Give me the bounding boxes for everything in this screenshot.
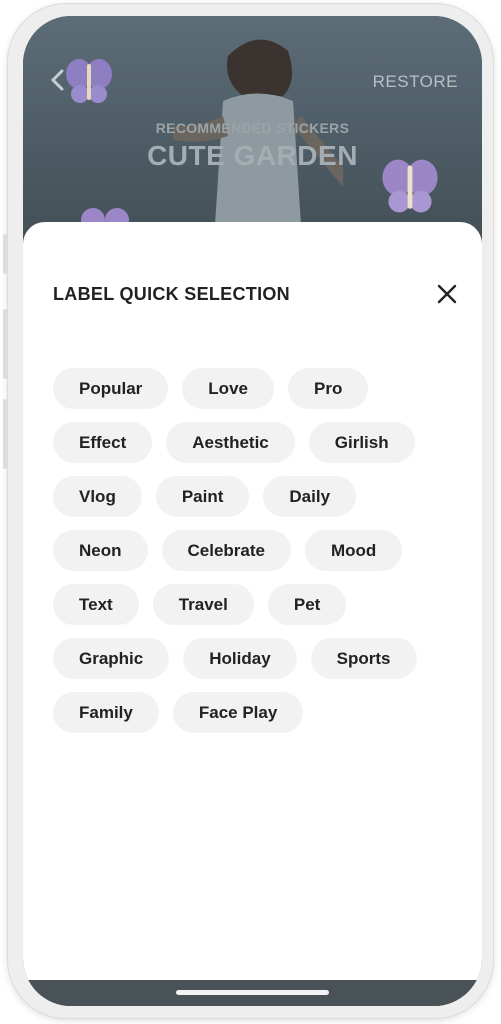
chip-row: Neon Celebrate Mood xyxy=(53,530,463,571)
label-chip-list: Popular Love Pro Effect Aesthetic Girlish Vlog… xyxy=(53,368,463,746)
label-chip-family[interactable]: Family xyxy=(53,692,159,733)
label-chip-neon[interactable]: Neon xyxy=(53,530,148,571)
label-chip-mood[interactable]: Mood xyxy=(304,530,403,571)
label-selection-sheet: LABEL QUICK SELECTION Popular Love Pro Effe… xyxy=(23,222,482,980)
label-chip-popular[interactable]: Popular xyxy=(53,368,169,409)
label-chip-pet[interactable]: Pet xyxy=(267,584,347,625)
label-chip-paint[interactable]: Paint xyxy=(155,476,250,517)
label-chip-celebrate[interactable]: Celebrate xyxy=(161,530,291,571)
sticker-pack-banner: RESTORE RECOMMENDED STICKERS CUTE GARDEN xyxy=(23,16,482,256)
chip-row: Family Face Play xyxy=(53,692,463,733)
restore-button[interactable]: RESTORE xyxy=(373,72,458,92)
chip-row: Vlog Paint Daily xyxy=(53,476,463,517)
app-screen: RESTORE RECOMMENDED STICKERS CUTE GARDEN… xyxy=(23,16,482,1006)
close-button[interactable] xyxy=(435,282,459,306)
phone-side-button xyxy=(3,309,7,379)
label-chip-effect[interactable]: Effect xyxy=(53,422,153,463)
chip-row: Popular Love Pro xyxy=(53,368,463,409)
label-chip-daily[interactable]: Daily xyxy=(263,476,357,517)
label-chip-vlog[interactable]: Vlog xyxy=(53,476,142,517)
close-icon xyxy=(437,284,457,304)
label-chip-sports[interactable]: Sports xyxy=(310,638,417,679)
sheet-title: LABEL QUICK SELECTION xyxy=(53,284,290,304)
label-chip-face-play[interactable]: Face Play xyxy=(172,692,304,733)
label-chip-aesthetic[interactable]: Aesthetic xyxy=(166,422,295,463)
butterfly-icon xyxy=(382,159,438,213)
label-chip-holiday[interactable]: Holiday xyxy=(183,638,297,679)
phone-side-button xyxy=(3,399,7,469)
phone-side-button xyxy=(3,234,7,274)
chip-row: Effect Aesthetic Girlish xyxy=(53,422,463,463)
butterfly-icon xyxy=(66,59,112,103)
home-indicator-area xyxy=(23,980,482,1006)
label-chip-graphic[interactable]: Graphic xyxy=(53,638,170,679)
label-chip-travel[interactable]: Travel xyxy=(152,584,254,625)
label-chip-text[interactable]: Text xyxy=(53,584,139,625)
label-chip-girlish[interactable]: Girlish xyxy=(308,422,415,463)
banner-subtitle: RECOMMENDED STICKERS xyxy=(155,120,350,136)
label-chip-pro[interactable]: Pro xyxy=(287,368,369,409)
chip-row: Text Travel Pet xyxy=(53,584,463,625)
home-indicator[interactable] xyxy=(176,990,329,995)
chip-row: Graphic Holiday Sports xyxy=(53,638,463,679)
label-chip-love[interactable]: Love xyxy=(182,368,274,409)
